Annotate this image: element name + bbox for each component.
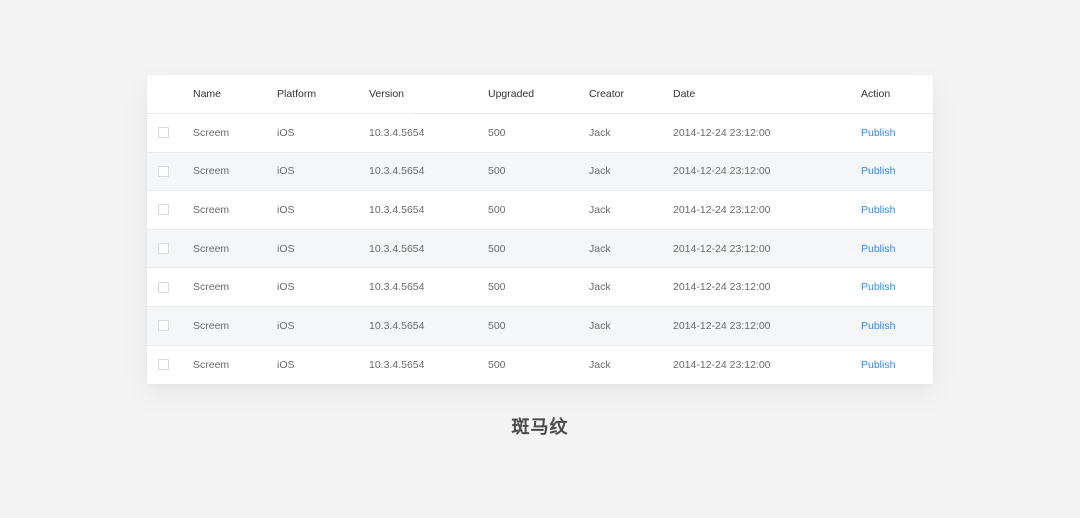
cell-upgraded: 500 (488, 358, 506, 371)
table-row: Screem iOS 10.3.4.5654 500 Jack 2014-12-24 23… (147, 191, 933, 230)
row-checkbox-cell (158, 153, 169, 191)
table-row: Screem iOS 10.3.4.5654 500 Jack 2014-12-24 23… (147, 346, 933, 385)
cell-creator: Jack (589, 319, 611, 332)
column-header-name[interactable]: Name (193, 75, 221, 113)
cell-date: 2014-12-24 23:12:00 (673, 242, 771, 255)
table-row: Screem iOS 10.3.4.5654 500 Jack 2014-12-24 23… (147, 268, 933, 307)
cell-version: 10.3.4.5654 (369, 165, 425, 178)
column-header-platform[interactable]: Platform (277, 75, 316, 113)
publish-link[interactable]: Publish (861, 268, 895, 306)
publish-link[interactable]: Publish (861, 191, 895, 229)
cell-platform: iOS (277, 242, 295, 255)
cell-version: 10.3.4.5654 (369, 126, 425, 139)
row-checkbox-cell (158, 191, 169, 229)
row-checkbox[interactable] (158, 204, 169, 216)
cell-date: 2014-12-24 23:12:00 (673, 281, 771, 294)
cell-name: Screem (193, 242, 230, 255)
publish-link[interactable]: Publish (861, 114, 895, 152)
row-checkbox[interactable] (158, 243, 169, 255)
table-row: Screem iOS 10.3.4.5654 500 Jack 2014-12-24 23… (147, 306, 933, 346)
cell-name: Screem (193, 358, 230, 371)
cell-date: 2014-12-24 23:12:00 (673, 165, 771, 178)
cell-platform: iOS (277, 126, 295, 139)
cell-version: 10.3.4.5654 (369, 358, 425, 371)
cell-version: 10.3.4.5654 (369, 319, 425, 332)
cell-name: Screem (193, 281, 230, 294)
cell-date: 2014-12-24 23:12:00 (673, 358, 771, 371)
cell-date: 2014-12-24 23:12:00 (673, 126, 771, 139)
table-header-row: Name Platform Version Upgraded Creator D… (147, 75, 933, 114)
cell-name: Screem (193, 165, 230, 178)
column-header-creator[interactable]: Creator (589, 75, 624, 113)
cell-creator: Jack (589, 203, 611, 216)
cell-platform: iOS (277, 319, 295, 332)
column-header-action: Action (861, 88, 891, 100)
cell-platform: iOS (277, 281, 295, 294)
row-checkbox[interactable] (158, 165, 169, 177)
cell-upgraded: 500 (488, 281, 506, 294)
cell-upgraded: 500 (488, 242, 506, 255)
cell-version: 10.3.4.5654 (369, 281, 425, 294)
cell-creator: Jack (589, 126, 611, 139)
cell-name: Screem (193, 319, 230, 332)
table-body: Screem iOS 10.3.4.5654 500 Jack 2014-12-24 23… (147, 114, 933, 384)
row-checkbox-cell (158, 307, 169, 345)
cell-version: 10.3.4.5654 (369, 203, 425, 216)
row-checkbox-cell (158, 346, 169, 385)
publish-link[interactable]: Publish (861, 153, 895, 191)
publish-link[interactable]: Publish (861, 230, 895, 268)
row-checkbox[interactable] (158, 127, 169, 139)
cell-upgraded: 500 (488, 165, 506, 178)
cell-upgraded: 500 (488, 319, 506, 332)
table-row: Screem iOS 10.3.4.5654 500 Jack 2014-12-24 23… (147, 152, 933, 192)
cell-creator: Jack (589, 242, 611, 255)
cell-creator: Jack (589, 358, 611, 371)
cell-name: Screem (193, 203, 230, 216)
cell-platform: iOS (277, 358, 295, 371)
cell-creator: Jack (589, 165, 611, 178)
cell-upgraded: 500 (488, 126, 506, 139)
cell-date: 2014-12-24 23:12:00 (673, 319, 771, 332)
column-header-version[interactable]: Version (369, 75, 404, 113)
cell-platform: iOS (277, 203, 295, 216)
publish-link[interactable]: Publish (861, 346, 895, 385)
row-checkbox-cell (158, 230, 169, 268)
cell-platform: iOS (277, 165, 295, 178)
table-row: Screem iOS 10.3.4.5654 500 Jack 2014-12-24 23… (147, 114, 933, 153)
cell-upgraded: 500 (488, 203, 506, 216)
column-header-upgraded[interactable]: Upgraded (488, 75, 534, 113)
column-header-date[interactable]: Date (673, 75, 695, 113)
row-checkbox[interactable] (158, 281, 169, 293)
cell-creator: Jack (589, 281, 611, 294)
cell-version: 10.3.4.5654 (369, 242, 425, 255)
row-checkbox-cell (158, 114, 169, 152)
caption-title: 斑马纹 (511, 417, 569, 438)
table-row: Screem iOS 10.3.4.5654 500 Jack 2014-12-24 23… (147, 229, 933, 269)
data-table: Name Platform Version Upgraded Creator D… (147, 75, 933, 384)
cell-date: 2014-12-24 23:12:00 (673, 203, 771, 216)
cell-name: Screem (193, 126, 230, 139)
row-checkbox[interactable] (158, 320, 169, 332)
row-checkbox[interactable] (158, 359, 169, 371)
row-checkbox-cell (158, 268, 169, 306)
publish-link[interactable]: Publish (861, 307, 895, 345)
